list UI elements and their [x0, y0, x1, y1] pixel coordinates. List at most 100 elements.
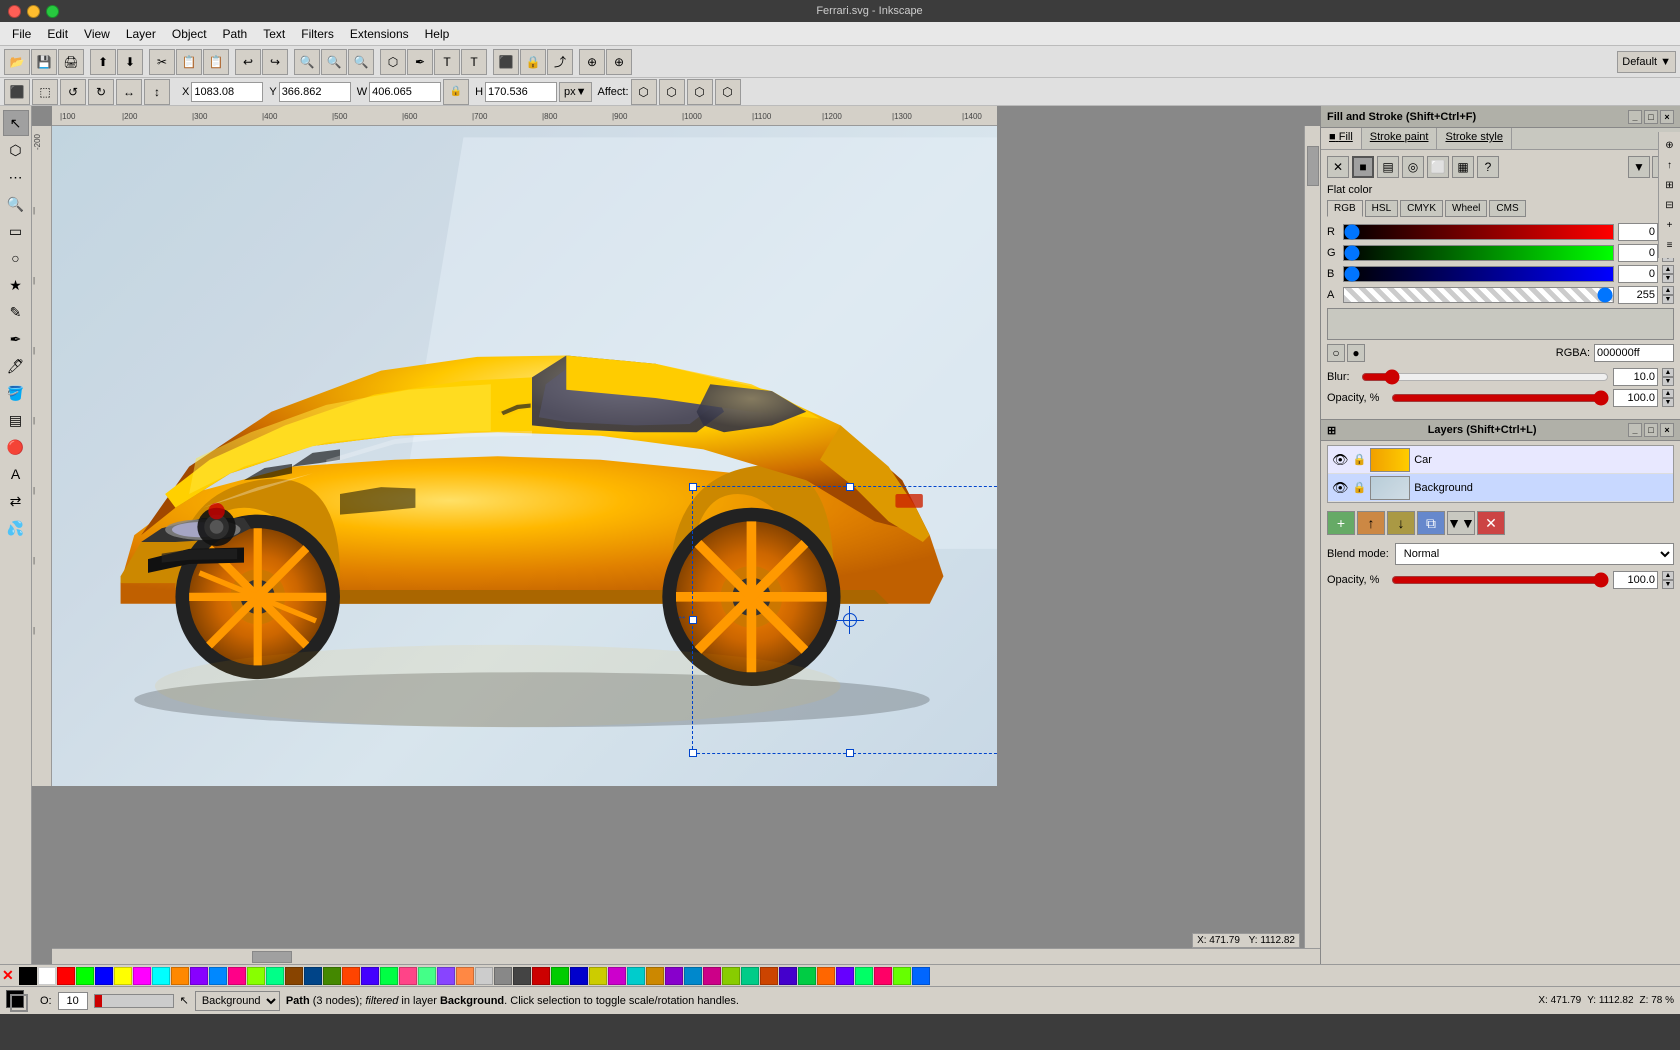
g-value[interactable]: 0 [1618, 244, 1658, 262]
fill-marker-btn[interactable]: ▼ [1628, 156, 1650, 178]
linear-grad-btn[interactable]: ▤ [1377, 156, 1399, 178]
color-swatch[interactable] [247, 967, 265, 985]
g-slider[interactable] [1343, 245, 1614, 261]
a-value[interactable]: 255 [1618, 286, 1658, 304]
raise-layer-btn[interactable]: ↑ [1357, 511, 1385, 535]
zoom-fit-button[interactable]: 🔍 [348, 49, 374, 75]
color-swatch[interactable] [190, 967, 208, 985]
radial-grad-btn[interactable]: ◎ [1402, 156, 1424, 178]
print-button[interactable]: 🖨 [58, 49, 84, 75]
cut-button[interactable]: ✂ [149, 49, 175, 75]
car-layer-eye[interactable]: 👁 [1332, 452, 1349, 468]
color-swatch[interactable] [323, 967, 341, 985]
layer-opacity-up-btn[interactable]: ▲ [1662, 571, 1674, 580]
open-button[interactable]: 📂 [4, 49, 30, 75]
layers-close-btn[interactable]: × [1660, 423, 1674, 437]
pen-tool[interactable]: ✒ [3, 326, 29, 352]
blend-mode-select[interactable]: Normal Multiply Screen Overlay Darken Li… [1395, 543, 1674, 565]
circle-tool[interactable]: ○ [3, 245, 29, 271]
color-swatch[interactable] [57, 967, 75, 985]
color-swatch[interactable] [285, 967, 303, 985]
rotate-ccw-btn[interactable]: ↺ [60, 79, 86, 105]
color-swatch[interactable] [684, 967, 702, 985]
rect-tool[interactable]: ▭ [3, 218, 29, 244]
layer-opacity-down-btn[interactable]: ▼ [1662, 580, 1674, 589]
color-swatch[interactable] [152, 967, 170, 985]
gradient-tool[interactable]: ▤ [3, 407, 29, 433]
add-layer-btn[interactable]: + [1327, 511, 1355, 535]
color-swatch[interactable] [76, 967, 94, 985]
text-insert-btn[interactable]: T [434, 49, 460, 75]
tab-stroke-style[interactable]: Stroke style [1437, 128, 1511, 149]
rotate-cw-btn[interactable]: ↻ [88, 79, 114, 105]
connector-tool[interactable]: ⇄ [3, 488, 29, 514]
color-swatch[interactable] [380, 967, 398, 985]
blur-down-btn[interactable]: ▼ [1662, 377, 1674, 386]
bg-layer-lock[interactable]: 🔒 [1353, 481, 1367, 494]
copy-button[interactable]: 📋 [176, 49, 202, 75]
color-swatch[interactable] [855, 967, 873, 985]
color-swatch[interactable] [627, 967, 645, 985]
color-swatch[interactable] [608, 967, 626, 985]
layer-row-car[interactable]: 👁 🔒 Car [1328, 446, 1673, 474]
opacity-value[interactable]: 100.0 [1613, 389, 1658, 407]
color-swatch[interactable] [228, 967, 246, 985]
fill-btn[interactable]: ⬛ [493, 49, 519, 75]
color-swatch[interactable] [874, 967, 892, 985]
affect-btn3[interactable]: ⬡ [687, 79, 713, 105]
color-swatch[interactable] [646, 967, 664, 985]
b-up-btn[interactable]: ▲ [1662, 265, 1674, 274]
maximize-button[interactable] [46, 5, 59, 18]
snap-btn5[interactable]: + [1661, 216, 1679, 234]
path-tool[interactable]: ✒ [407, 49, 433, 75]
minimize-button[interactable] [27, 5, 40, 18]
b-slider[interactable] [1343, 266, 1614, 282]
color-swatch[interactable] [456, 967, 474, 985]
menu-edit[interactable]: Edit [39, 25, 76, 43]
color-swatch[interactable] [399, 967, 417, 985]
color-swatch[interactable] [703, 967, 721, 985]
tab-stroke-paint[interactable]: Stroke paint [1362, 128, 1438, 149]
color-swatch[interactable] [893, 967, 911, 985]
opacity-status-input[interactable] [58, 992, 88, 1010]
lock-aspect-btn[interactable]: 🔒 [443, 79, 469, 105]
color-swatch[interactable] [722, 967, 740, 985]
layers-dock-btn[interactable]: □ [1644, 423, 1658, 437]
bucket-tool[interactable]: 🪣 [3, 380, 29, 406]
color-swatch[interactable] [304, 967, 322, 985]
color-swatch[interactable] [570, 967, 588, 985]
affect-btn4[interactable]: ⬡ [715, 79, 741, 105]
pencil-tool[interactable]: ✎ [3, 299, 29, 325]
color-swatch[interactable] [114, 967, 132, 985]
color-swatch[interactable] [532, 967, 550, 985]
bg-layer-eye[interactable]: 👁 [1332, 480, 1349, 496]
menu-object[interactable]: Object [164, 25, 215, 43]
rgb-tab[interactable]: RGB [1327, 200, 1363, 217]
color-swatch[interactable] [779, 967, 797, 985]
calligraphy-tool[interactable]: 🖊 [3, 353, 29, 379]
color-swatch[interactable] [551, 967, 569, 985]
x-input[interactable] [191, 82, 263, 102]
delete-layer-btn[interactable]: ✕ [1477, 511, 1505, 535]
layer-row-background[interactable]: 👁 🔒 Background [1328, 474, 1673, 502]
color-swatch[interactable] [171, 967, 189, 985]
flat-color-btn[interactable]: ■ [1352, 156, 1374, 178]
lower-layer-btn[interactable]: ↓ [1387, 511, 1415, 535]
horizontal-scrollbar[interactable] [52, 948, 1320, 964]
no-color-indicator[interactable]: ✕ [2, 967, 14, 984]
panel-close-btn[interactable]: × [1660, 110, 1674, 124]
color-swatch[interactable] [817, 967, 835, 985]
cmyk-tab[interactable]: CMYK [1400, 200, 1443, 217]
eyedropper-tool[interactable]: 🔴 [3, 434, 29, 460]
zoom-in-button[interactable]: 🔍 [294, 49, 320, 75]
snap-btn2[interactable]: ↑ [1661, 156, 1679, 174]
menu-help[interactable]: Help [417, 25, 458, 43]
car-layer-lock[interactable]: 🔒 [1353, 453, 1367, 466]
affect-btn2[interactable]: ⬡ [659, 79, 685, 105]
color-swatch[interactable] [209, 967, 227, 985]
r-value[interactable]: 0 [1618, 223, 1658, 241]
deselect-btn[interactable]: ⬚ [32, 79, 58, 105]
current-layer-dropdown[interactable]: Background Car [195, 991, 280, 1011]
layer-opacity-value[interactable]: 100.0 [1613, 571, 1658, 589]
text-edit-btn[interactable]: T [461, 49, 487, 75]
